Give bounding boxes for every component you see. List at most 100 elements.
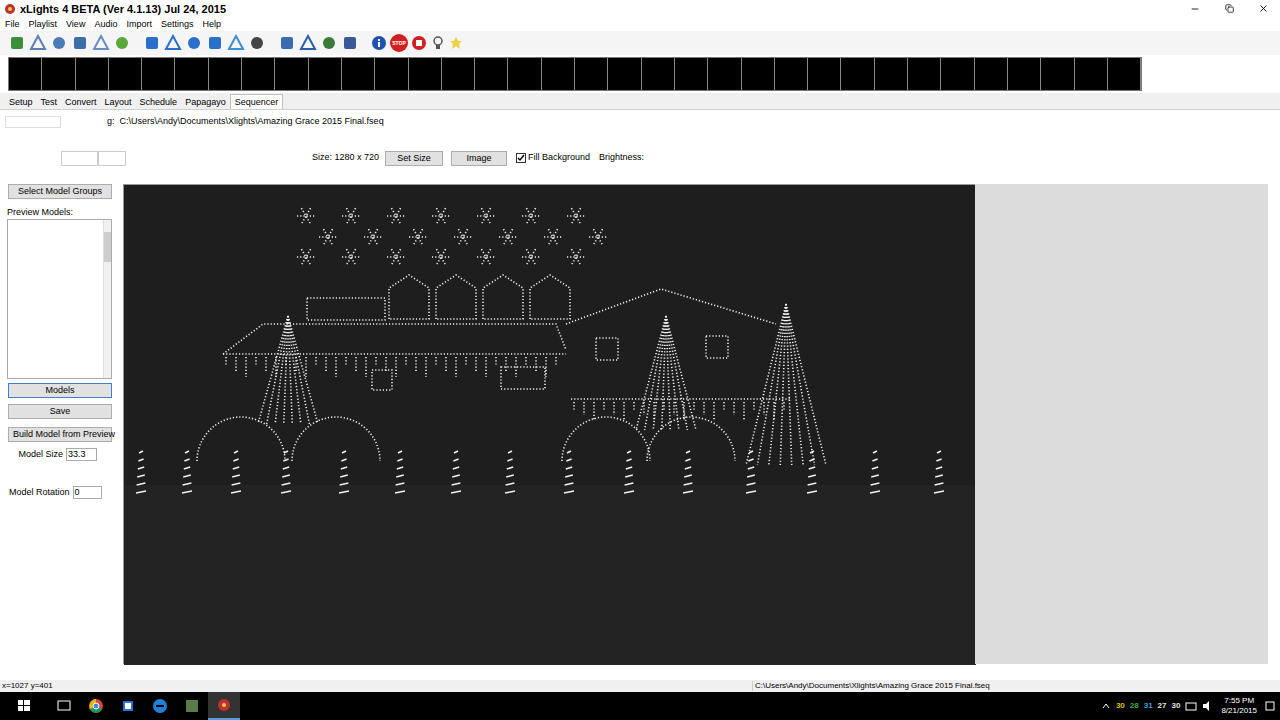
toolbar-tool-icon[interactable] bbox=[206, 34, 224, 52]
arch-model[interactable] bbox=[647, 417, 735, 461]
mini-tree-model[interactable] bbox=[231, 451, 241, 493]
toolbar-tool-icon[interactable] bbox=[278, 34, 296, 52]
snowflake-model[interactable] bbox=[522, 249, 540, 265]
info-icon[interactable] bbox=[371, 35, 387, 51]
toolbar-tool-icon[interactable] bbox=[248, 34, 266, 52]
snowflake-model[interactable] bbox=[364, 229, 382, 245]
snowflake-model[interactable] bbox=[432, 249, 450, 265]
mini-tree-model[interactable] bbox=[807, 451, 817, 493]
volume-icon[interactable] bbox=[1202, 700, 1214, 712]
menu-item[interactable]: Import bbox=[126, 18, 152, 30]
menu-item[interactable]: Help bbox=[202, 18, 221, 30]
snowflake-model[interactable] bbox=[477, 208, 495, 224]
time-field[interactable] bbox=[5, 116, 61, 128]
toolbar-tool-icon[interactable] bbox=[29, 34, 47, 52]
menu-item[interactable]: Settings bbox=[161, 18, 194, 30]
chrome-icon[interactable] bbox=[80, 692, 112, 720]
tray-temperature[interactable]: 28 bbox=[1130, 701, 1139, 711]
menu-item[interactable]: File bbox=[5, 18, 20, 30]
edge-icon[interactable] bbox=[144, 692, 176, 720]
mini-tree-model[interactable] bbox=[746, 451, 756, 493]
snowflake-model[interactable] bbox=[477, 249, 495, 265]
snowflake-model[interactable] bbox=[589, 229, 607, 245]
arch-model[interactable] bbox=[197, 417, 285, 461]
toolbar-tool-icon[interactable] bbox=[143, 34, 161, 52]
toolbar-tool-icon[interactable] bbox=[92, 34, 110, 52]
build-model-button[interactable]: Build Model from Preview bbox=[8, 427, 112, 442]
menu-item[interactable]: Audio bbox=[94, 18, 117, 30]
snowflake-model[interactable] bbox=[342, 249, 360, 265]
start-field[interactable] bbox=[61, 151, 98, 166]
toolbar-tool-icon[interactable] bbox=[50, 34, 68, 52]
sidebar-button[interactable]: Save bbox=[8, 404, 112, 419]
notifications-icon[interactable] bbox=[1264, 700, 1276, 712]
tab[interactable]: Schedule bbox=[136, 95, 182, 109]
lightbulb-icon[interactable] bbox=[430, 35, 446, 51]
snowflake-model[interactable] bbox=[522, 208, 540, 224]
tray-temperature[interactable]: 31 bbox=[1144, 701, 1153, 711]
snowflake-model[interactable] bbox=[544, 229, 562, 245]
snowflake-model[interactable] bbox=[297, 249, 315, 265]
left-house-outline[interactable] bbox=[223, 324, 566, 390]
toolbar-tool-icon[interactable] bbox=[227, 34, 245, 52]
tray-temperature[interactable]: 27 bbox=[1158, 701, 1167, 711]
task-view-icon[interactable] bbox=[48, 692, 80, 720]
menu-item[interactable]: View bbox=[66, 18, 85, 30]
store-icon[interactable] bbox=[112, 692, 144, 720]
restore-button[interactable] bbox=[1212, 0, 1246, 17]
model-size-field[interactable]: 33.3 bbox=[66, 448, 97, 461]
end-field[interactable] bbox=[98, 151, 126, 166]
stop-button[interactable]: STOP bbox=[390, 34, 408, 52]
snowflake-model[interactable] bbox=[409, 229, 427, 245]
tray-temperature[interactable]: 30 bbox=[1116, 701, 1125, 711]
snowflake-model[interactable] bbox=[387, 249, 405, 265]
tab[interactable]: Papagayo bbox=[181, 95, 230, 109]
mini-tree-model[interactable] bbox=[934, 451, 944, 493]
stop-record-icon[interactable] bbox=[411, 35, 427, 51]
mini-tree-model[interactable] bbox=[564, 451, 574, 493]
mini-tree-model[interactable] bbox=[339, 451, 349, 493]
sidebar-button[interactable]: Models bbox=[8, 383, 112, 398]
arch-model[interactable] bbox=[292, 417, 380, 461]
right-house-outline[interactable] bbox=[566, 289, 791, 420]
tab[interactable]: Setup bbox=[5, 95, 37, 109]
xlights-taskbar-button[interactable] bbox=[208, 692, 240, 720]
mini-houses-model[interactable] bbox=[307, 275, 570, 320]
snowflake-model[interactable] bbox=[499, 229, 517, 245]
snowflake-model[interactable] bbox=[387, 208, 405, 224]
toolbar-tool-icon[interactable] bbox=[164, 34, 182, 52]
toolbar-tool-icon[interactable] bbox=[185, 34, 203, 52]
close-button[interactable] bbox=[1246, 0, 1280, 17]
network-icon[interactable] bbox=[1185, 700, 1197, 712]
mini-tree-model[interactable] bbox=[281, 451, 291, 493]
toolbar-tool-icon[interactable] bbox=[299, 34, 317, 52]
snowflake-model[interactable] bbox=[297, 208, 315, 224]
close-icon[interactable] bbox=[1258, 3, 1269, 14]
menu-item[interactable]: Playlist bbox=[29, 18, 58, 30]
tray-expand-icon[interactable] bbox=[1101, 701, 1111, 711]
mini-tree-model[interactable] bbox=[683, 451, 693, 493]
app-icon[interactable] bbox=[176, 692, 208, 720]
mini-tree-model[interactable] bbox=[182, 451, 192, 493]
mini-tree-model[interactable] bbox=[505, 451, 515, 493]
mini-tree-model[interactable] bbox=[624, 451, 634, 493]
mega-tree-model[interactable] bbox=[636, 316, 696, 430]
tab[interactable]: Test bbox=[37, 95, 62, 109]
model-rotation-field[interactable]: 0 bbox=[73, 486, 102, 499]
mega-tree-model[interactable] bbox=[746, 304, 826, 465]
set-size-button[interactable]: Set Size bbox=[385, 151, 443, 166]
minimize-button[interactable] bbox=[1178, 0, 1212, 17]
mini-tree-model[interactable] bbox=[395, 451, 405, 493]
xlights-app-icon[interactable] bbox=[217, 698, 231, 712]
mini-tree-model[interactable] bbox=[136, 451, 146, 493]
snowflake-model[interactable] bbox=[342, 208, 360, 224]
mini-tree-model[interactable] bbox=[870, 451, 880, 493]
select-model-groups-button[interactable]: Select Model Groups bbox=[8, 184, 112, 199]
toolbar-tool-icon[interactable] bbox=[71, 34, 89, 52]
snowflake-model[interactable] bbox=[454, 229, 472, 245]
restore-icon[interactable] bbox=[1225, 4, 1234, 13]
toolbar-tool-icon[interactable] bbox=[113, 34, 131, 52]
tab[interactable]: Layout bbox=[101, 95, 136, 109]
scrollbar[interactable] bbox=[103, 220, 111, 378]
windows-start-icon[interactable] bbox=[0, 692, 48, 720]
